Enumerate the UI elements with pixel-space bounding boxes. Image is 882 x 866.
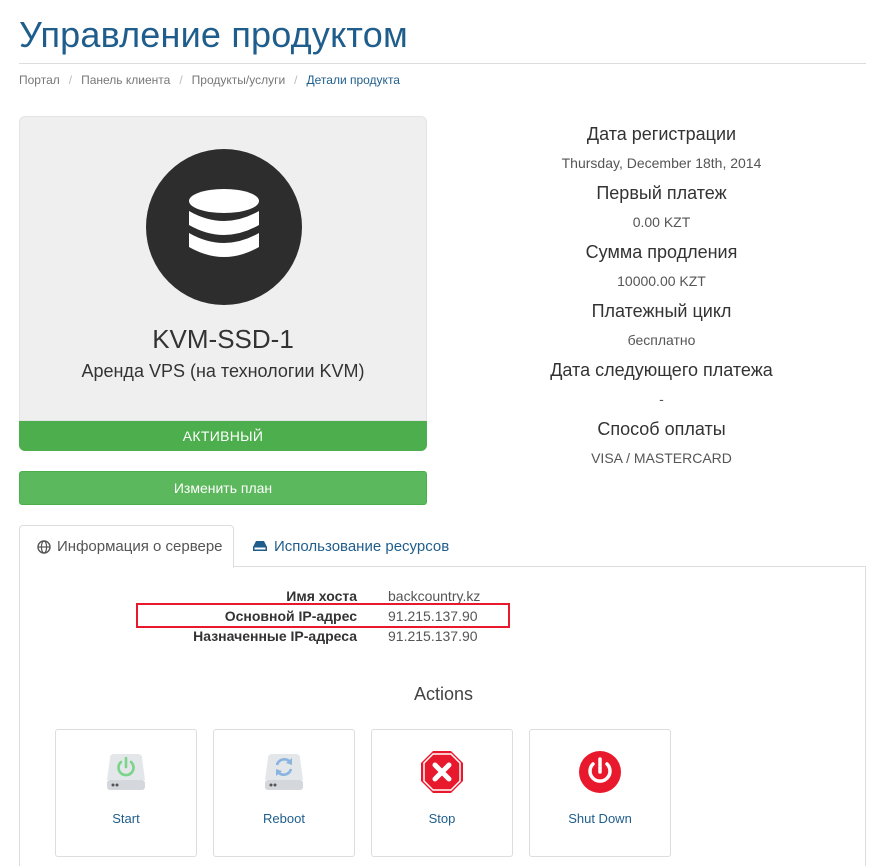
power-drive-icon xyxy=(107,754,145,790)
detail-label-recurring-amount: Сумма продления xyxy=(585,242,738,262)
shutdown-label: Shut Down xyxy=(568,811,632,826)
tab-resource-usage-label: Использование ресурсов xyxy=(274,537,450,555)
product-icon-circle xyxy=(146,149,302,305)
stop-icon xyxy=(421,751,463,793)
detail-value-registration-date: Thursday, December 18th, 2014 xyxy=(561,155,762,171)
breadcrumb-client-area[interactable]: Панель клиента xyxy=(81,73,170,87)
database-icon xyxy=(189,189,259,257)
assigned-ips-value: 91.215.137.90 xyxy=(388,628,478,644)
product-group: Аренда VPS (на технологии KVM) xyxy=(81,361,365,381)
tab-resource-usage[interactable]: Использование ресурсов xyxy=(250,525,449,567)
product-card: KVM-SSD-1 Аренда VPS (на технологии KVM) xyxy=(19,116,427,421)
detail-value-billing-cycle: бесплатно xyxy=(627,332,696,348)
start-label: Start xyxy=(112,811,140,826)
stop-button[interactable]: Stop xyxy=(371,729,513,857)
globe-icon xyxy=(37,539,51,554)
server-info-row-assigned-ips: Назначенные IP-адреса 91.215.137.90 xyxy=(20,628,865,648)
detail-label-billing-cycle: Платежный цикл xyxy=(591,301,732,321)
breadcrumb: Портал / Панель клиента / Продукты/услуг… xyxy=(19,73,400,87)
product-name: KVM-SSD-1 xyxy=(152,324,294,354)
breadcrumb-separator: / xyxy=(294,73,298,87)
actions-title: Actions xyxy=(413,684,474,704)
product-details: Дата регистрации Thursday, December 18th… xyxy=(450,122,873,476)
hostname-label: Имя хоста xyxy=(286,588,357,604)
reboot-label: Reboot xyxy=(263,811,305,826)
reboot-button[interactable]: Reboot xyxy=(213,729,355,857)
assigned-ips-label: Назначенные IP-адреса xyxy=(193,628,357,644)
tab-server-info[interactable]: Информация о сервере xyxy=(19,525,234,568)
tabs: Информация о сервере Использование ресур… xyxy=(19,525,866,568)
status-badge: АКТИВНЫЙ xyxy=(19,421,427,451)
primary-ip-highlight xyxy=(136,603,510,628)
breadcrumb-separator: / xyxy=(179,73,183,87)
power-icon xyxy=(579,751,621,793)
start-button[interactable]: Start xyxy=(55,729,197,857)
hostname-value: backcountry.kz xyxy=(388,588,481,604)
tab-server-info-label: Информация о сервере xyxy=(57,538,223,555)
breadcrumb-products[interactable]: Продукты/услуги xyxy=(192,73,286,87)
title-divider xyxy=(19,63,866,64)
breadcrumb-portal[interactable]: Портал xyxy=(19,73,60,87)
server-info-panel: Имя хоста backcountry.kz Основной IP-адр… xyxy=(19,566,866,866)
detail-value-next-due-date: - xyxy=(659,391,664,407)
hdd-icon xyxy=(253,541,267,551)
stop-label: Stop xyxy=(428,811,456,826)
reboot-drive-icon xyxy=(265,754,303,790)
detail-value-first-payment: 0.00 KZT xyxy=(632,214,691,230)
detail-value-recurring-amount: 10000.00 KZT xyxy=(617,273,706,289)
shutdown-button[interactable]: Shut Down xyxy=(529,729,671,857)
breadcrumb-separator: / xyxy=(68,73,73,87)
detail-label-registration-date: Дата регистрации xyxy=(586,124,737,144)
detail-label-first-payment: Первый платеж xyxy=(596,183,727,203)
detail-label-next-due-date: Дата следующего платежа xyxy=(550,360,773,380)
page-title: Управление продуктом xyxy=(19,14,408,55)
change-plan-button[interactable]: Изменить план xyxy=(19,471,427,505)
breadcrumb-product-details: Детали продукта xyxy=(306,73,400,87)
detail-label-payment-method: Способ оплаты xyxy=(597,419,726,439)
detail-value-payment-method: VISA / MASTERCARD xyxy=(591,450,732,466)
